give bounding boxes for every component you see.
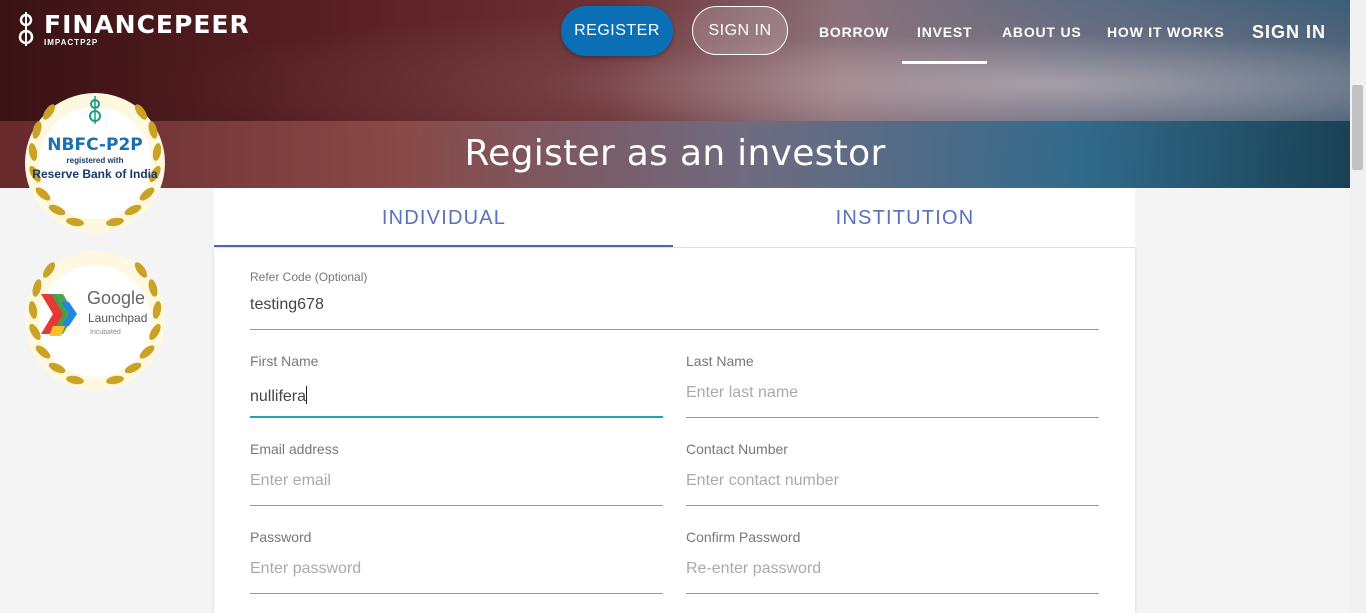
- brand-name: FINANCEPEER: [44, 9, 250, 39]
- last-name-underline: [686, 417, 1099, 418]
- contact-number-field: Contact Number: [686, 441, 1099, 506]
- first-name-label: First Name: [250, 353, 319, 369]
- contact-number-label: Contact Number: [686, 441, 788, 457]
- contact-number-input[interactable]: [686, 472, 1099, 490]
- nav-invest[interactable]: INVEST: [917, 24, 972, 40]
- password-field: Password: [250, 529, 663, 594]
- page-title: Register as an investor: [464, 133, 886, 174]
- nbfc-registered-text: registered with: [66, 156, 124, 165]
- nav-how-it-works[interactable]: HOW IT WORKS: [1107, 24, 1225, 40]
- password-underline: [250, 593, 663, 594]
- nav-about-us[interactable]: ABOUT US: [1002, 24, 1082, 40]
- confirm-password-field: Confirm Password: [686, 529, 1099, 594]
- nbfc-p2p-badge: NBFC-P2P registered with Reserve Bank of…: [21, 92, 169, 234]
- refer-code-label: Refer Code (Optional): [250, 270, 368, 284]
- nbfc-title: NBFC-P2P: [47, 135, 143, 155]
- email-field: Email address: [250, 441, 663, 506]
- google-launchpad-badge: Google Launchpad Incubated: [21, 250, 169, 392]
- brand-logo[interactable]: FINANCEPEER IMPACTP2P: [16, 10, 250, 48]
- signin-button[interactable]: SIGN IN: [692, 6, 788, 55]
- incubated-text: Incubated: [90, 329, 121, 336]
- password-label: Password: [250, 529, 312, 545]
- register-button[interactable]: REGISTER: [561, 6, 673, 56]
- tab-individual[interactable]: INDIVIDUAL: [214, 188, 674, 248]
- text-caret: [306, 386, 308, 404]
- last-name-field: Last Name: [686, 353, 1099, 418]
- first-name-value: nullifera: [250, 388, 307, 405]
- confirm-password-input[interactable]: [686, 560, 1099, 578]
- refer-code-underline: [250, 329, 1099, 330]
- nav-borrow[interactable]: BORROW: [819, 24, 889, 40]
- email-underline: [250, 505, 663, 506]
- email-input[interactable]: [250, 472, 663, 490]
- nav-sign-in[interactable]: SIGN IN: [1252, 22, 1326, 43]
- first-name-input[interactable]: nullifera: [250, 386, 663, 406]
- first-name-field: First Name nullifera: [250, 353, 663, 418]
- contact-number-underline: [686, 505, 1099, 506]
- registration-form: Refer Code (Optional) First Name nullife…: [214, 248, 1135, 613]
- password-input[interactable]: [250, 560, 663, 578]
- last-name-input[interactable]: [686, 384, 1099, 402]
- confirm-password-label: Confirm Password: [686, 529, 801, 545]
- refer-code-field: Refer Code (Optional): [250, 270, 1099, 330]
- nbfc-rbi-text: Reserve Bank of India: [32, 167, 158, 181]
- launchpad-text: Launchpad: [88, 311, 148, 325]
- financepeer-logo-icon: [18, 12, 34, 46]
- nav-active-indicator: [902, 61, 987, 64]
- first-name-underline: [250, 416, 663, 418]
- confirm-password-underline: [686, 593, 1099, 594]
- brand-subtitle: IMPACTP2P: [44, 37, 99, 47]
- last-name-label: Last Name: [686, 353, 754, 369]
- tab-institution[interactable]: INSTITUTION: [675, 188, 1135, 248]
- google-text: Google: [87, 288, 146, 308]
- email-label: Email address: [250, 441, 339, 457]
- refer-code-input[interactable]: [250, 296, 1099, 314]
- registration-type-tabs: INDIVIDUAL INSTITUTION: [214, 188, 1135, 248]
- scrollbar-thumb[interactable]: [1352, 85, 1363, 170]
